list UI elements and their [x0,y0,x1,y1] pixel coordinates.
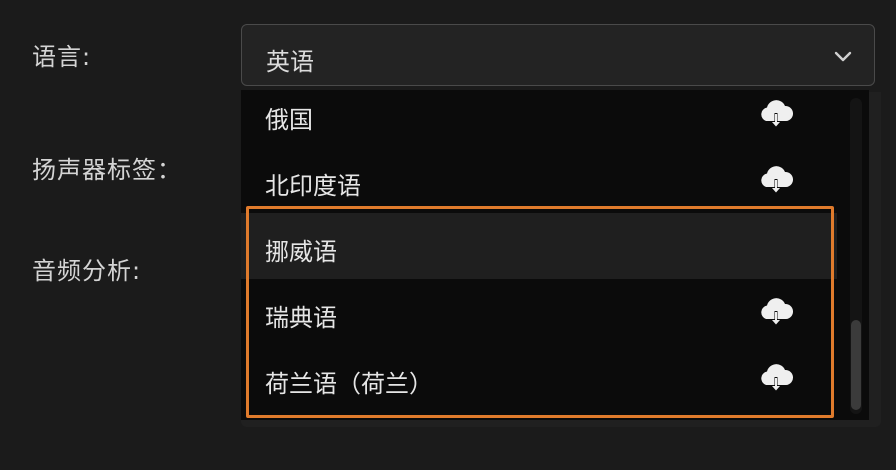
speaker-label: 扬声器标签： [32,156,182,184]
option-label: 荷兰语（荷兰） [265,370,433,398]
cloud-download-icon[interactable] [756,358,796,398]
option-label: 挪威语 [265,238,337,266]
language-option-norwegian[interactable]: 挪威语 [241,213,837,279]
cloud-download-icon[interactable] [756,160,796,200]
dropdown-scrollbar-thumb[interactable] [851,320,861,410]
language-select-value: 英语 [266,48,314,76]
option-label: 北印度语 [265,172,361,200]
cloud-download-icon[interactable] [756,94,796,134]
language-option-dutch-netherlands[interactable]: 荷兰语（荷兰） [241,345,837,411]
language-dropdown-list[interactable]: 俄国 北印度语 挪威语 瑞典语 荷兰语（荷兰） [241,90,869,420]
chevron-down-icon[interactable] [832,45,854,67]
audio-analysis-label: 音频分析: [32,257,142,285]
language-option-hindi[interactable]: 北印度语 [241,147,837,213]
language-select[interactable]: 英语 [241,24,875,86]
language-option-russian[interactable]: 俄国 [241,90,837,147]
option-label: 瑞典语 [265,304,337,332]
language-option-swedish[interactable]: 瑞典语 [241,279,837,345]
cloud-download-icon[interactable] [756,292,796,332]
language-label: 语言: [32,43,92,71]
option-label: 俄国 [265,106,313,134]
